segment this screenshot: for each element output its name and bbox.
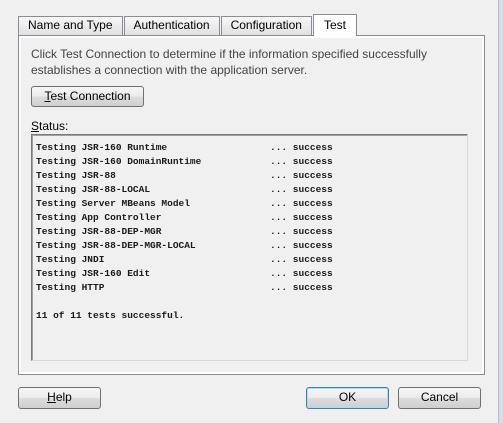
test-name: Testing Server MBeans Model bbox=[36, 198, 190, 209]
test-result: ... success bbox=[270, 142, 333, 153]
test-name: Testing JSR-88-LOCAL bbox=[36, 184, 151, 195]
test-summary: 11 of 11 tests successful. bbox=[36, 310, 185, 321]
test-result: ... success bbox=[270, 268, 333, 279]
test-description: Click Test Connection to determine if th… bbox=[31, 47, 427, 77]
test-result-row: Testing JSR-160 Runtime ... success bbox=[36, 141, 467, 155]
window-edge bbox=[498, 0, 503, 423]
test-result: ... success bbox=[270, 198, 333, 209]
test-result-row: Testing App Controller ... success bbox=[36, 211, 467, 225]
test-result-row: Testing Server MBeans Model ... success bbox=[36, 197, 467, 211]
status-label: Status: bbox=[31, 119, 68, 133]
status-label-text: tatus: bbox=[39, 119, 69, 133]
test-result: ... success bbox=[270, 240, 333, 251]
test-name: Testing JSR-160 Edit bbox=[36, 268, 151, 279]
test-result: ... success bbox=[270, 184, 333, 195]
ok-button[interactable]: OK bbox=[306, 387, 389, 409]
test-result: ... success bbox=[270, 282, 333, 293]
test-result: ... success bbox=[270, 254, 333, 265]
test-connection-label: est Connection bbox=[50, 89, 131, 103]
result-list: Testing JSR-160 Runtime... success Testin… bbox=[36, 141, 467, 295]
test-result: ... success bbox=[270, 170, 333, 181]
test-name: Testing JSR-88 bbox=[36, 170, 116, 181]
status-output[interactable]: Testing JSR-160 Runtime... success Testin… bbox=[31, 134, 468, 361]
test-result: ... success bbox=[270, 212, 333, 223]
test-result-row: Testing JSR-160 Edit ... success bbox=[36, 267, 467, 281]
cancel-button[interactable]: Cancel bbox=[398, 387, 481, 409]
status-mnemonic: S bbox=[31, 119, 40, 133]
tab-bar: Name and Type Authentication Configurati… bbox=[18, 13, 358, 36]
test-name: Testing JSR-88-DEP-MGR bbox=[36, 226, 162, 237]
test-name: Testing JNDI bbox=[36, 254, 105, 265]
test-name: Testing JSR-160 DomainRuntime bbox=[36, 156, 202, 167]
test-name: Testing JSR-88-DEP-MGR-LOCAL bbox=[36, 240, 196, 251]
tab-authentication[interactable]: Authentication bbox=[123, 16, 220, 35]
test-result: ... success bbox=[270, 226, 333, 237]
tab-configuration[interactable]: Configuration bbox=[220, 16, 312, 35]
help-button[interactable]: Help bbox=[18, 387, 101, 409]
test-name: Testing JSR-160 Runtime bbox=[36, 142, 168, 153]
tab-test[interactable]: Test bbox=[312, 14, 357, 36]
tab-name-and-type[interactable]: Name and Type bbox=[18, 16, 123, 35]
test-result-row: Testing JSR-88 ... success bbox=[36, 169, 467, 183]
dialog-window: Name and Type Authentication Configurati… bbox=[0, 0, 503, 423]
test-result-row: Testing JSR-160 DomainRuntime ... success bbox=[36, 155, 467, 169]
test-result: ... success bbox=[270, 156, 333, 167]
test-name: Testing App Controller bbox=[36, 212, 162, 223]
test-tab-content: Click Test Connection to determine if th… bbox=[21, 38, 482, 372]
help-mnemonic: H bbox=[47, 390, 56, 404]
test-name: Testing HTTP bbox=[36, 282, 105, 293]
test-result-row: Testing JSR-88-LOCAL ... success bbox=[36, 183, 467, 197]
test-tab-panel: Click Test Connection to determine if th… bbox=[18, 35, 485, 375]
help-label: elp bbox=[55, 390, 72, 404]
test-result-row: Testing JNDI ... success bbox=[36, 253, 467, 267]
test-result-row: Testing HTTP ... success bbox=[36, 281, 467, 295]
test-result-row: Testing JSR-88-DEP-MGR ... success bbox=[36, 225, 467, 239]
test-connection-button[interactable]: Test Connection bbox=[31, 86, 144, 107]
test-result-row: Testing JSR-88-DEP-MGR-LOCAL ... success bbox=[36, 239, 467, 253]
